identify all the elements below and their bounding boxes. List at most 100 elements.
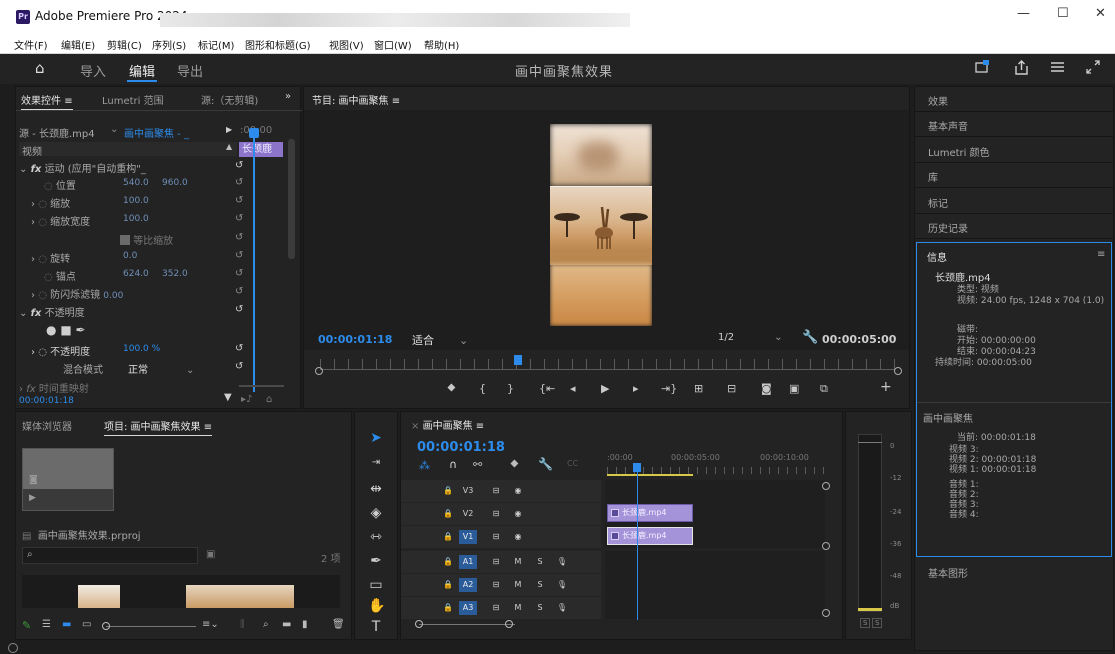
wrench-icon[interactable]: 🔧 — [802, 330, 818, 345]
sequence-item-thumbnail[interactable] — [186, 585, 294, 608]
lock-icon[interactable]: 🔒 — [439, 507, 457, 521]
ec-playhead-handle[interactable] — [249, 128, 259, 138]
menu-clip[interactable]: 剪辑(C) — [107, 37, 142, 52]
track-label-a2[interactable]: A2 — [459, 578, 477, 592]
menu-view[interactable]: 视图(V) — [329, 37, 364, 52]
time-remap-row[interactable]: › fx 时间重映射 — [19, 380, 89, 395]
filter-icon[interactable]: ▼ — [224, 392, 232, 403]
tab-timeline[interactable]: × 画中画聚焦 ≡ — [411, 417, 484, 432]
clip-v1[interactable]: 长颈鹿.mp4 — [607, 527, 693, 545]
close-tab-icon[interactable]: × — [411, 421, 419, 432]
reset-icon[interactable]: ↺ — [235, 195, 243, 206]
panel-lumetri-color[interactable]: Lumetri 颜色 — [915, 138, 1113, 163]
fit-select[interactable]: 适合 ⌄ — [412, 332, 468, 348]
panel-menu-icon[interactable]: ≡ — [204, 422, 212, 433]
anchor-y-value[interactable]: 352.0 — [162, 269, 188, 279]
program-playhead[interactable] — [514, 355, 522, 365]
tab-source[interactable]: 源:（无剪辑) — [201, 92, 269, 107]
timeline-zoom-bar[interactable] — [419, 624, 515, 625]
solo-button[interactable]: S — [531, 601, 549, 615]
timeline-playhead[interactable] — [637, 470, 638, 620]
track-label-a3[interactable]: A3 — [459, 601, 477, 615]
project-items-list[interactable] — [22, 575, 340, 608]
solo-button[interactable]: S — [531, 555, 549, 569]
chevron-right-icon[interactable]: › — [31, 347, 35, 358]
stopwatch-icon[interactable]: ◌ — [38, 199, 47, 210]
comparison-view-icon[interactable]: ▣ — [789, 382, 799, 395]
scale-value[interactable]: 100.0 — [123, 196, 149, 206]
lift-icon[interactable]: ⊞ — [694, 382, 703, 395]
solo-button[interactable]: S — [531, 578, 549, 592]
menu-file[interactable]: 文件(F) — [14, 37, 48, 52]
ruler-start-handle[interactable] — [315, 367, 323, 375]
ruler-end-handle[interactable] — [894, 367, 902, 375]
position-y-value[interactable]: 960.0 — [162, 178, 188, 188]
collapse-up-icon[interactable]: ▲ — [226, 142, 232, 151]
pen-mask-icon[interactable]: ✒ — [75, 323, 85, 337]
rectangle-tool-icon[interactable]: ▭ — [368, 577, 384, 593]
panel-markers[interactable]: 标记 — [915, 189, 1113, 214]
video-scroll-handle[interactable] — [822, 482, 830, 490]
sync-lock-icon[interactable]: ⊟ — [487, 507, 505, 521]
opacity-heading-row[interactable]: ⌄ fx 不透明度 — [19, 304, 85, 319]
quick-export-icon[interactable] — [975, 60, 990, 78]
panel-menu-icon[interactable]: ≡ — [476, 421, 484, 432]
zoom-slider[interactable] — [106, 626, 196, 627]
proxy-toggle-icon[interactable]: ⧉ — [820, 382, 828, 396]
mute-button[interactable]: M — [509, 555, 527, 569]
chevron-right-icon[interactable]: › — [19, 384, 23, 395]
track-label-a1[interactable]: A1 — [459, 555, 477, 569]
selection-tool-icon[interactable]: ➤ — [368, 430, 384, 446]
checkbox-icon[interactable] — [120, 235, 130, 245]
maximize-button[interactable]: ☐ — [1057, 6, 1069, 21]
menu-edit[interactable]: 编辑(E) — [61, 37, 95, 52]
resolution-select[interactable]: 1/2 ⌄ — [718, 332, 782, 343]
rotation-value[interactable]: 0.0 — [123, 251, 137, 261]
uniform-scale-checkbox[interactable]: 等比缩放 — [120, 232, 173, 247]
reset-effect-icon[interactable]: ↺ — [235, 160, 243, 171]
extract-icon[interactable]: ⊟ — [727, 382, 736, 395]
tab-media-browser[interactable]: 媒体浏览器 — [22, 418, 72, 433]
sort-icon[interactable]: ≡⌄ — [202, 619, 219, 630]
meter-solo-left[interactable]: S — [860, 618, 871, 628]
go-to-in-icon[interactable]: {⇤ — [539, 382, 555, 395]
zoom-slider-handle[interactable] — [102, 622, 110, 630]
nav-import[interactable]: 导入 — [80, 61, 106, 80]
find-icon[interactable]: ⌕ — [263, 619, 269, 630]
bin-icon[interactable]: ▣ — [206, 549, 215, 560]
ellipse-mask-icon[interactable]: ● — [46, 323, 56, 337]
play-triangle-icon[interactable]: ▶ — [226, 125, 232, 134]
sync-lock-icon[interactable]: ⊟ — [487, 601, 505, 615]
mic-icon[interactable]: 🎙 — [553, 601, 571, 615]
panel-essential-graphics[interactable]: 基本图形 — [915, 559, 1113, 584]
tab-program[interactable]: 节目: 画中画聚焦 ≡ — [312, 92, 400, 107]
menu-sequence[interactable]: 序列(S) — [152, 37, 186, 52]
video-frame[interactable] — [550, 124, 652, 326]
sync-lock-icon[interactable]: ⊟ — [487, 484, 505, 498]
panel-history[interactable]: 历史记录 — [915, 214, 1113, 239]
minimize-button[interactable]: — — [1017, 6, 1030, 21]
reset-icon[interactable]: ↺ — [235, 250, 243, 261]
ec-scrollbar[interactable] — [288, 139, 295, 259]
menu-window[interactable]: 窗口(W) — [374, 37, 412, 52]
program-timecode[interactable]: 00:00:01:18 — [318, 333, 392, 346]
clip-v2[interactable]: 长颈鹿.mp4 — [607, 504, 693, 522]
new-bin-icon[interactable]: ▬ — [282, 619, 291, 630]
fullscreen-icon[interactable] — [1086, 60, 1100, 78]
sync-lock-icon[interactable]: ⊟ — [487, 530, 505, 544]
eye-icon[interactable]: ◉ — [509, 530, 527, 544]
trash-icon[interactable]: 🗑 — [332, 619, 345, 630]
track-label-v3[interactable]: V3 — [459, 484, 477, 498]
audio-scroll-handle[interactable] — [822, 609, 830, 617]
position-x-value[interactable]: 540.0 — [123, 178, 149, 188]
lock-icon[interactable]: 🔒 — [439, 578, 457, 592]
track-select-tool-icon[interactable]: ⇥ — [368, 457, 384, 468]
workspaces-icon[interactable] — [1050, 60, 1065, 78]
add-button-icon[interactable]: + — [880, 379, 892, 395]
meter-solo-right[interactable]: S — [872, 618, 883, 628]
rectangle-mask-icon[interactable]: ■ — [60, 323, 71, 337]
chevron-right-icon[interactable]: › — [31, 290, 35, 301]
menu-help[interactable]: 帮助(H) — [424, 37, 459, 52]
panel-effects[interactable]: 效果 — [915, 87, 1113, 112]
nav-edit[interactable]: 编辑 — [129, 61, 155, 80]
